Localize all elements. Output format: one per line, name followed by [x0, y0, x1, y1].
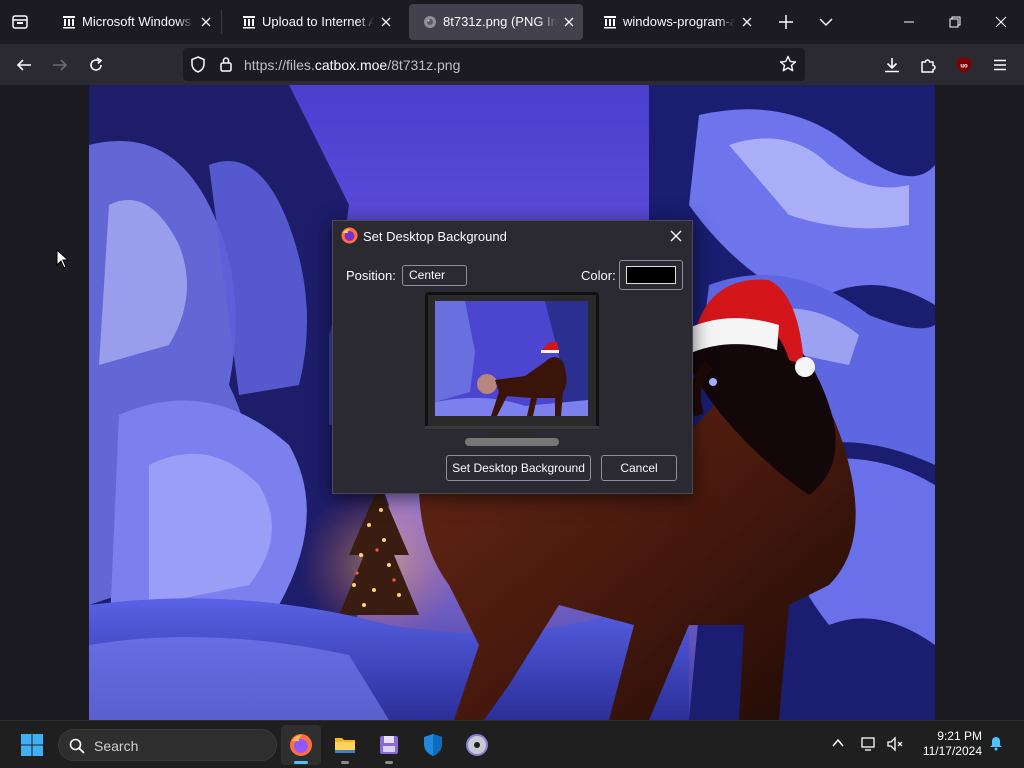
tab-windows-program-archive[interactable]: windows-program-arc [589, 4, 761, 40]
minimize-button[interactable] [886, 0, 932, 44]
tab-title: windows-program-arc [623, 14, 735, 29]
tab-microsoft-windows[interactable]: Microsoft Windows Se [48, 4, 220, 40]
url-prefix: https://files. [244, 57, 315, 73]
close-tab-icon[interactable] [378, 14, 394, 30]
file-explorer-icon [335, 738, 355, 753]
close-window-button[interactable] [978, 0, 1024, 44]
network-icon[interactable] [860, 735, 878, 753]
system-clock[interactable]: 9:21 PM 11/17/2024 [916, 729, 982, 759]
list-all-tabs-chevron-icon[interactable] [816, 12, 836, 32]
ublock-origin-button[interactable]: uo [951, 52, 977, 78]
running-indicator [341, 761, 349, 764]
taskbar-file-explorer[interactable] [325, 725, 365, 765]
windows-start-icon[interactable] [20, 733, 44, 757]
cancel-button[interactable]: Cancel [601, 455, 677, 481]
restore-icon [949, 16, 961, 28]
monitor-preview [425, 292, 599, 446]
speaker-muted-icon[interactable] [886, 735, 904, 753]
running-indicator [385, 761, 393, 764]
taskbar-floppy-app[interactable] [369, 725, 409, 765]
ublock-origin-icon: uo [957, 57, 971, 73]
set-desktop-background-dialog: Set Desktop Background Position: Center … [332, 220, 693, 494]
restore-button[interactable] [932, 0, 978, 44]
firefox-view-button[interactable] [8, 10, 32, 34]
taskbar-cd-player[interactable] [457, 725, 497, 765]
close-tab-icon[interactable] [198, 14, 214, 30]
puzzle-piece-icon [921, 59, 936, 73]
firefox-icon [290, 734, 312, 756]
search-placeholder: Search [94, 738, 139, 754]
set-desktop-background-button[interactable]: Set Desktop Background [446, 455, 591, 481]
clock-date: 11/17/2024 [922, 744, 982, 758]
lock-icon[interactable] [219, 56, 233, 73]
archive-icon [604, 16, 616, 29]
cd-player-icon [466, 734, 488, 756]
color-label: Color: [581, 268, 616, 283]
defender-shield-icon [424, 734, 442, 756]
navigation-toolbar: https://files.catbox.moe/8t731z.png uo [0, 44, 1024, 85]
downloads-button[interactable] [879, 52, 905, 78]
tab-png-image[interactable]: 8t731z.png (PNG Imag [409, 4, 583, 40]
position-label: Position: [346, 268, 396, 283]
position-select[interactable]: Center [402, 265, 467, 286]
url-text[interactable]: https://files.catbox.moe/8t731z.png [244, 57, 460, 73]
dialog-title: Set Desktop Background [363, 229, 507, 244]
forward-arrow-icon [53, 59, 68, 71]
minimize-icon [904, 21, 914, 23]
archive-icon [243, 16, 255, 29]
tab-separator [221, 10, 222, 34]
taskbar-search-box[interactable]: Search [58, 729, 277, 761]
search-icon [69, 738, 85, 754]
tracking-protection-shield-icon[interactable] [190, 56, 206, 73]
back-button[interactable] [11, 52, 37, 78]
reload-button[interactable] [83, 52, 109, 78]
tab-title: Microsoft Windows Se [82, 14, 194, 29]
close-icon [995, 16, 1007, 28]
firefox-view-icon [12, 15, 28, 29]
url-bar[interactable]: https://files.catbox.moe/8t731z.png [183, 48, 805, 81]
tab-title: Upload to Internet Arc [262, 14, 374, 29]
download-icon [885, 58, 899, 73]
extension-badge: uo [960, 64, 968, 70]
clock-time: 9:21 PM [937, 729, 982, 743]
hamburger-menu-icon [994, 59, 1006, 71]
close-tab-icon[interactable] [561, 14, 577, 30]
color-picker-button[interactable] [619, 260, 683, 290]
tab-title: 8t731z.png (PNG Imag [443, 14, 557, 29]
firefox-logo-icon [341, 227, 358, 244]
tab-upload-internet-archive[interactable]: Upload to Internet Arc [228, 4, 400, 40]
app-menu-button[interactable] [987, 52, 1013, 78]
url-path: /8t731z.png [387, 57, 461, 73]
mouse-cursor-icon [56, 249, 70, 269]
floppy-app-icon [380, 736, 398, 754]
running-indicator [294, 761, 308, 764]
tab-strip: Microsoft Windows Se Upload to Internet … [0, 0, 1024, 44]
extensions-button[interactable] [915, 52, 941, 78]
close-tab-icon[interactable] [739, 14, 755, 30]
taskbar-firefox[interactable] [281, 725, 321, 765]
notification-bell-icon[interactable] [988, 735, 1004, 751]
url-domain: catbox.moe [314, 57, 388, 73]
dialog-close-icon[interactable] [666, 226, 686, 246]
archive-icon [63, 16, 75, 29]
new-tab-plus-icon[interactable] [776, 12, 796, 32]
color-swatch [626, 266, 676, 284]
back-arrow-icon [16, 59, 31, 71]
taskbar-windows-security[interactable] [413, 725, 453, 765]
taskbar: Search 9:21 PM 11/17/2024 [0, 720, 1024, 768]
reload-icon [90, 57, 103, 71]
image-icon [424, 16, 436, 28]
forward-button[interactable] [47, 52, 73, 78]
show-hidden-icons-chevron-icon[interactable] [830, 735, 846, 751]
bookmark-star-icon[interactable] [779, 55, 797, 73]
